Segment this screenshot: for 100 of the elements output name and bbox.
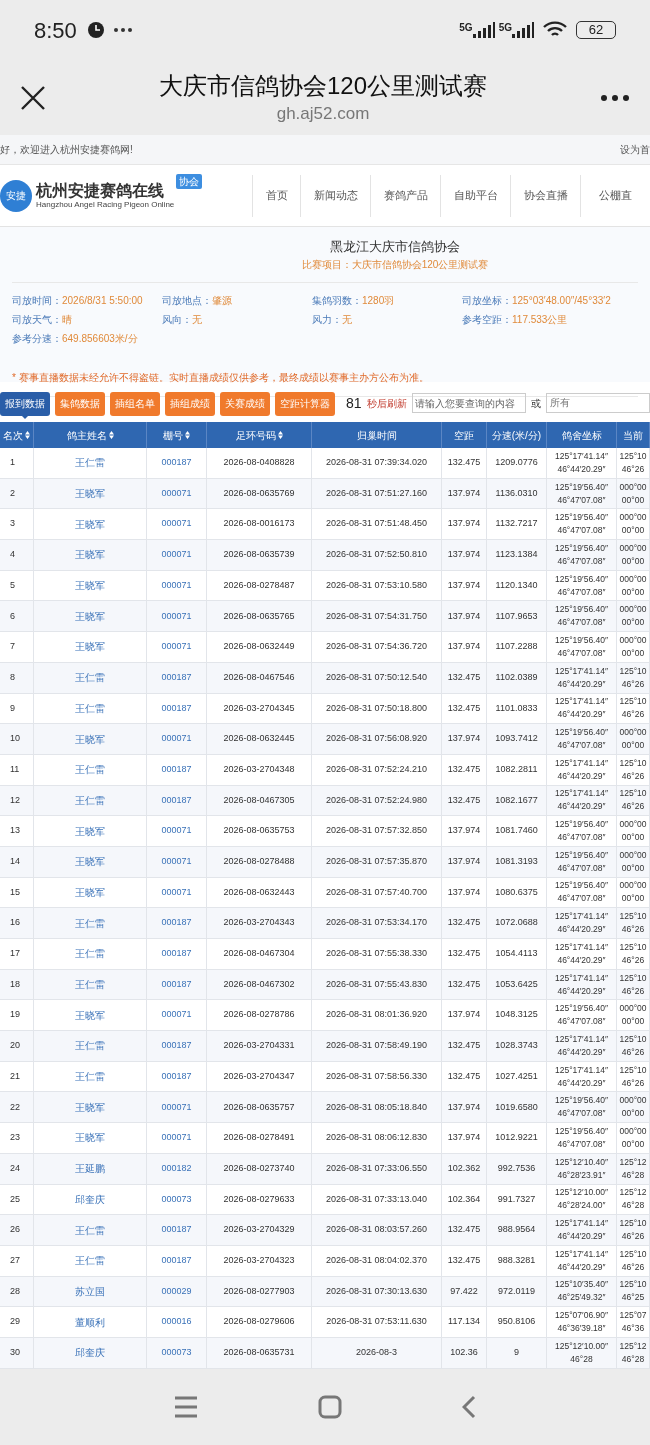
column-header[interactable]: 鸽舍坐标	[561, 427, 602, 443]
table-cell[interactable]: 王晓军	[75, 516, 105, 532]
table-cell[interactable]: 王晓军	[75, 486, 105, 502]
loft-link[interactable]: 000187	[161, 762, 192, 777]
table-cell[interactable]: 王仁雷	[75, 1069, 105, 1085]
table-cell[interactable]: 王延鹏	[75, 1161, 105, 1177]
loft-link[interactable]: 000187	[161, 1253, 192, 1268]
table-cell[interactable]: 王仁雷	[75, 792, 105, 808]
loft-link[interactable]: 000071	[161, 1100, 192, 1115]
loft-link[interactable]: 000071	[161, 1131, 192, 1145]
loft-link[interactable]: 000071	[161, 578, 192, 593]
loft-link[interactable]: 000071	[161, 855, 192, 869]
sort-icon[interactable]	[277, 431, 283, 439]
loft-link[interactable]: 000187	[161, 947, 192, 961]
home-icon[interactable]	[318, 1395, 342, 1420]
table-cell[interactable]: 王晓军	[75, 578, 105, 594]
loft-link[interactable]: 000071	[161, 1008, 192, 1022]
loft-link[interactable]: 000073	[161, 1192, 192, 1207]
column-header[interactable]: 当前	[623, 427, 643, 443]
table-cell[interactable]: 王晓军	[75, 1130, 105, 1146]
loft-link[interactable]: 000187	[161, 1039, 192, 1053]
site-subtitle: Hangzhou Angel Racing Pigeon Online	[36, 199, 175, 210]
table-cell[interactable]: 王仁雷	[75, 1038, 105, 1054]
table-cell-text: 21	[10, 1069, 20, 1083]
table-cell[interactable]: 王仁雷	[75, 977, 105, 993]
nav-link[interactable]: 协会直播	[510, 174, 580, 217]
loft-link[interactable]: 000029	[161, 1284, 192, 1299]
loft-link[interactable]: 000187	[161, 701, 192, 716]
tab-button[interactable]: 空距计算器	[275, 391, 335, 416]
loft-link[interactable]: 000071	[161, 885, 192, 900]
set-homepage-link[interactable]: 设为首	[620, 142, 650, 157]
nav-link[interactable]: 新闻动态	[300, 174, 370, 217]
coordinate-text: 125°10	[619, 1247, 647, 1261]
table-cell[interactable]: 王晓军	[75, 823, 105, 839]
table-cell[interactable]: 王晓军	[75, 731, 105, 747]
tab-button[interactable]: 集鸽数据	[55, 391, 105, 416]
table-cell[interactable]: 王仁雷	[75, 946, 105, 962]
loft-link[interactable]: 000071	[161, 548, 192, 562]
loft-link[interactable]: 000187	[161, 1223, 192, 1237]
table-cell[interactable]: 王晓军	[75, 1099, 105, 1115]
loft-link[interactable]: 000187	[161, 1069, 192, 1084]
nav-link[interactable]: 自助平台	[440, 174, 510, 217]
column-header[interactable]: 名次	[3, 427, 30, 443]
loft-link[interactable]: 000187	[161, 916, 192, 930]
table-cell[interactable]: 邱奎庆	[75, 1345, 105, 1361]
column-header[interactable]: 鸽主姓名	[66, 427, 114, 443]
loft-link[interactable]: 000187	[161, 793, 192, 808]
loft-link[interactable]: 000071	[161, 609, 192, 624]
table-cell[interactable]: 董顺利	[75, 1314, 105, 1330]
table-cell[interactable]: 邱奎庆	[75, 1191, 105, 1207]
loft-link[interactable]: 000071	[161, 640, 192, 654]
table-cell[interactable]: 王仁雷	[75, 455, 105, 471]
table-cell[interactable]: 王仁雷	[75, 762, 105, 778]
tab-button[interactable]: 插组名单	[110, 391, 160, 416]
tab-button[interactable]: 关赛成绩	[220, 391, 270, 416]
table-cell[interactable]: 王晓军	[75, 639, 105, 655]
nav-link[interactable]: 赛鸽产品	[370, 174, 440, 217]
loft-link[interactable]: 000187	[161, 977, 192, 992]
loft-link[interactable]: 000182	[161, 1161, 192, 1176]
column-header[interactable]: 空距	[454, 427, 474, 443]
search-field[interactable]: 请输入您要查询的内容	[411, 393, 526, 413]
table-cell[interactable]: 王晓军	[75, 854, 105, 870]
tab-button[interactable]: 插组成绩	[165, 391, 215, 416]
table-cell[interactable]: 苏立国	[75, 1283, 105, 1299]
sort-icon[interactable]	[185, 431, 190, 439]
loft-link[interactable]: 000071	[161, 517, 192, 531]
nav-link[interactable]: 公棚直	[580, 174, 650, 217]
table-cell[interactable]: 王仁雷	[75, 700, 105, 716]
table-cell[interactable]: 王晓军	[75, 1007, 105, 1023]
loft-link[interactable]: 000016	[161, 1315, 192, 1329]
loft-link[interactable]: 000071	[161, 824, 192, 838]
table-cell[interactable]: 王晓军	[75, 547, 105, 563]
filter-select[interactable]: 所有	[545, 393, 650, 413]
table-cell[interactable]: 王晓军	[75, 884, 105, 900]
coordinate-text: 000°00	[619, 726, 647, 740]
nav-link[interactable]: 首页	[252, 174, 300, 217]
column-header[interactable]: 归巢时间	[356, 427, 397, 443]
table-cell[interactable]: 王仁雷	[75, 915, 105, 931]
loft-link[interactable]: 000071	[161, 486, 192, 501]
column-header[interactable]: 分速(米/分)	[491, 427, 542, 443]
column-header[interactable]: 棚号	[163, 427, 190, 443]
loft-link[interactable]: 000071	[161, 732, 192, 746]
loft-link[interactable]: 000073	[161, 1346, 192, 1360]
coordinate-text: 125°17′41.14″	[555, 1247, 608, 1261]
table-cell[interactable]: 王仁雷	[75, 670, 105, 686]
tab-button[interactable]: 报到数据	[0, 391, 50, 416]
loft-link[interactable]: 000187	[161, 670, 192, 685]
more-icon[interactable]	[600, 93, 630, 102]
table-cell[interactable]: 王仁雷	[75, 1222, 105, 1238]
table-cell[interactable]: 王晓军	[75, 608, 105, 624]
sort-icon[interactable]	[25, 431, 30, 439]
column-header[interactable]: 足环号码	[235, 427, 283, 443]
field-value: 649.856603米/分	[62, 331, 138, 346]
back-icon[interactable]	[462, 1395, 476, 1420]
table-cell[interactable]: 王仁雷	[75, 1253, 105, 1269]
sort-icon[interactable]	[108, 431, 114, 439]
loft-link[interactable]: 000187	[161, 456, 192, 470]
table-cell: 988.9564	[497, 1223, 536, 1237]
menu-icon[interactable]	[174, 1396, 198, 1419]
close-icon[interactable]	[20, 84, 46, 111]
